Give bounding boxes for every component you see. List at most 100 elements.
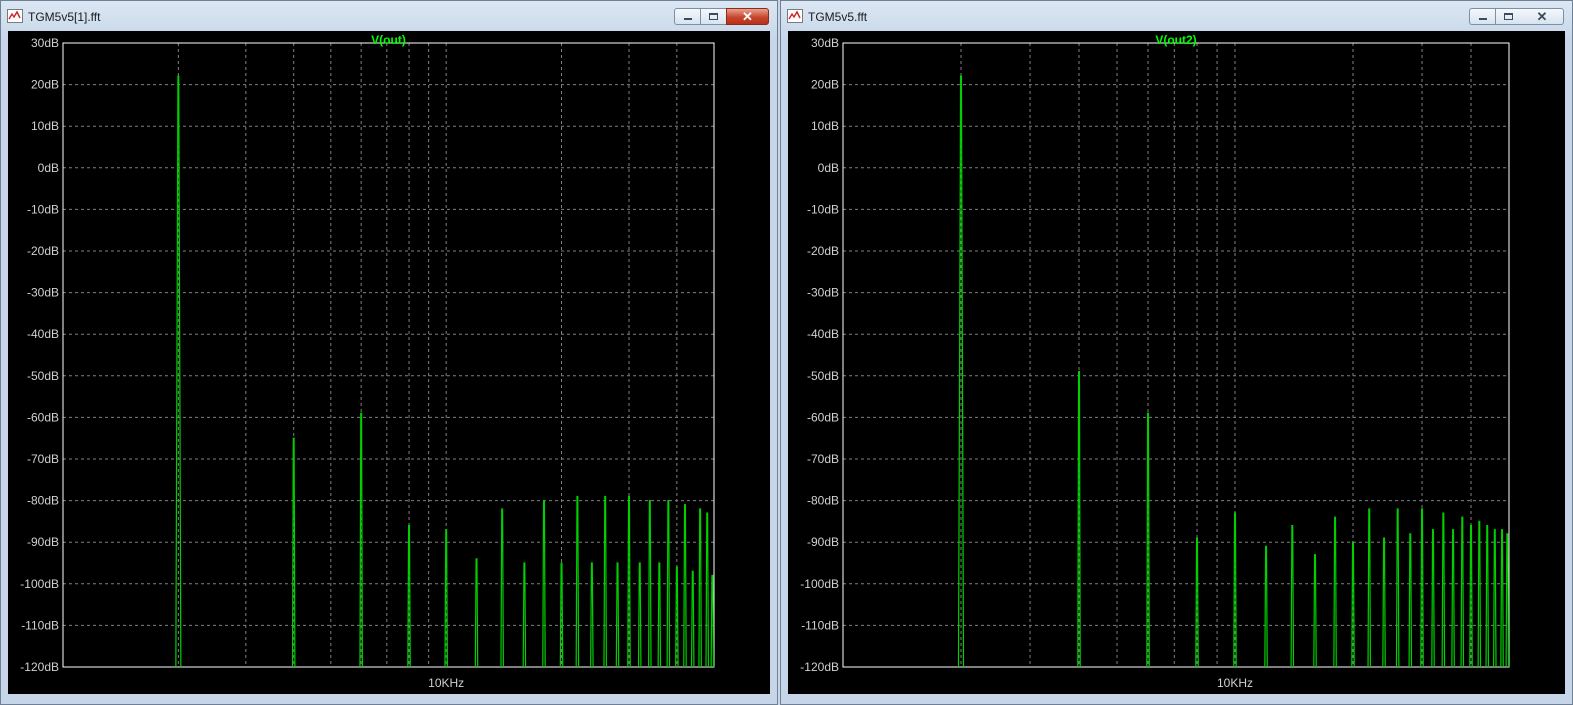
y-tick-label: -90dB — [807, 535, 839, 549]
y-tick-label: 30dB — [31, 36, 59, 50]
spectrum-peak — [1351, 541, 1355, 668]
y-tick-label: -120dB — [20, 660, 59, 674]
spectrum-peak — [522, 562, 527, 668]
spectrum-peak — [603, 495, 607, 668]
spectrum-peak — [1146, 412, 1150, 668]
spectrum-peak — [1395, 508, 1400, 668]
window-title: TGM5v5.fft — [808, 10, 868, 24]
trace-title: V(out2) — [1155, 33, 1196, 47]
spectrum-peak — [1264, 545, 1268, 668]
y-tick-label: -100dB — [800, 577, 839, 591]
spectrum-peak — [359, 412, 363, 668]
y-tick-label: -30dB — [807, 286, 839, 300]
y-tick-label: -80dB — [27, 494, 59, 508]
fft-window-right[interactable]: TGM5v5.fft ✕ 30dB 20dB 10dB 0dB -10dB -20dB -3… — [780, 0, 1573, 705]
x-tick-label: 10KHz — [428, 676, 464, 690]
y-tick-label: -60dB — [807, 410, 839, 424]
fft-plot: 30dB 20dB 10dB 0dB -10dB -20dB -30dB -40dB -50dB… — [20, 33, 715, 690]
spectrum-peak — [615, 562, 620, 668]
spectrum-peak — [1505, 533, 1510, 668]
spectrum-peak — [637, 562, 642, 668]
y-tick-label: -40dB — [27, 327, 59, 341]
maximize-button[interactable] — [700, 8, 726, 25]
spectrum-peak — [1460, 516, 1465, 668]
maximize-icon — [1504, 13, 1513, 20]
y-tick-label: -20dB — [27, 244, 59, 258]
spectrum-peak — [627, 495, 631, 668]
minimize-button[interactable] — [1469, 8, 1495, 25]
minimize-icon — [684, 18, 692, 20]
y-tick-label: 20dB — [811, 78, 839, 92]
close-icon: ✕ — [742, 9, 753, 24]
spectrum-peak — [1493, 529, 1497, 668]
spectrum-peak — [1408, 533, 1413, 668]
spectrum-peak — [1313, 554, 1317, 668]
spectrum-peak — [657, 562, 662, 668]
y-tick-label: -60dB — [27, 410, 59, 424]
spectrum-peak — [1451, 529, 1455, 668]
spectrum-peak — [590, 562, 594, 668]
maximize-icon — [709, 13, 718, 20]
y-tick-label: -20dB — [807, 244, 839, 258]
spectrum-peak — [1500, 529, 1504, 668]
title-bar[interactable]: TGM5v5[1].fft ✕ — [1, 1, 777, 31]
spectrum-peak — [710, 574, 715, 668]
plot-area[interactable]: 30dB 20dB 10dB 0dB -10dB -20dB -30dB -40dB -50dB… — [788, 31, 1565, 694]
y-tick-label: -30dB — [27, 286, 59, 300]
y-tick-label: 10dB — [811, 119, 839, 133]
y-tick-label: -10dB — [27, 202, 59, 216]
spectrum-peak — [1485, 524, 1490, 668]
close-button[interactable]: ✕ — [1521, 8, 1564, 25]
y-tick-label: -110dB — [801, 618, 839, 632]
spectrum-peak — [474, 558, 479, 668]
spectrum-peak — [1333, 516, 1337, 668]
spectrum-peak — [1477, 520, 1482, 668]
y-tick-label: -110dB — [21, 618, 59, 632]
spectrum-peak — [575, 495, 580, 668]
spectrum-peak — [444, 529, 448, 668]
y-tick-label: -100dB — [20, 577, 59, 591]
y-tick-label: -90dB — [27, 535, 59, 549]
y-tick-label: 20dB — [31, 78, 59, 92]
plot-area[interactable]: 30dB 20dB 10dB 0dB -10dB -20dB -30dB -40dB -50dB… — [8, 31, 770, 694]
y-tick-label: -10dB — [807, 202, 839, 216]
window-title: TGM5v5[1].fft — [28, 10, 101, 24]
plot-frame — [62, 42, 715, 668]
spectrum-peak — [1367, 508, 1372, 668]
spectrum-peak — [683, 504, 687, 668]
y-tick-label: 30dB — [811, 36, 839, 50]
spectrum-peak — [675, 566, 679, 668]
spectrum-peak — [698, 508, 702, 668]
minimize-button[interactable] — [674, 8, 700, 25]
spectrum-peak — [500, 508, 504, 668]
y-tick-label: -40dB — [807, 327, 839, 341]
x-tick-label: 10KHz — [1217, 676, 1253, 690]
spectrum-peak — [1382, 537, 1386, 668]
close-button[interactable]: ✕ — [726, 8, 769, 25]
spectrum-peak — [666, 500, 671, 668]
trace-title: V(out) — [371, 33, 406, 47]
spectrum-peak — [1441, 512, 1446, 668]
trace-series — [957, 75, 1510, 668]
y-tick-label: -50dB — [807, 369, 839, 383]
waveform-icon — [7, 9, 23, 23]
fft-plot: 30dB 20dB 10dB 0dB -10dB -20dB -30dB -40dB -50dB… — [800, 33, 1510, 690]
title-bar[interactable]: TGM5v5.fft ✕ — [781, 1, 1572, 31]
spectrum-peak — [690, 570, 695, 668]
spectrum-peak — [1290, 524, 1295, 668]
spectrum-peak — [705, 512, 710, 668]
spectrum-peak — [648, 500, 652, 668]
y-tick-label: -70dB — [27, 452, 59, 466]
waveform-icon — [787, 9, 803, 23]
close-icon: ✕ — [1536, 9, 1548, 24]
y-tick-label: -120dB — [800, 660, 839, 674]
spectrum-peak — [1431, 529, 1435, 668]
y-tick-label: 0dB — [38, 161, 59, 175]
trace-series — [175, 75, 715, 668]
y-tick-label: 10dB — [31, 119, 59, 133]
y-tick-label: 0dB — [818, 161, 839, 175]
fft-window-left[interactable]: TGM5v5[1].fft ✕ 30dB 20dB 10dB 0dB -10dB -20d… — [0, 0, 778, 705]
minimize-icon — [1479, 18, 1487, 20]
maximize-button[interactable] — [1495, 8, 1521, 25]
y-tick-label: -70dB — [807, 452, 839, 466]
